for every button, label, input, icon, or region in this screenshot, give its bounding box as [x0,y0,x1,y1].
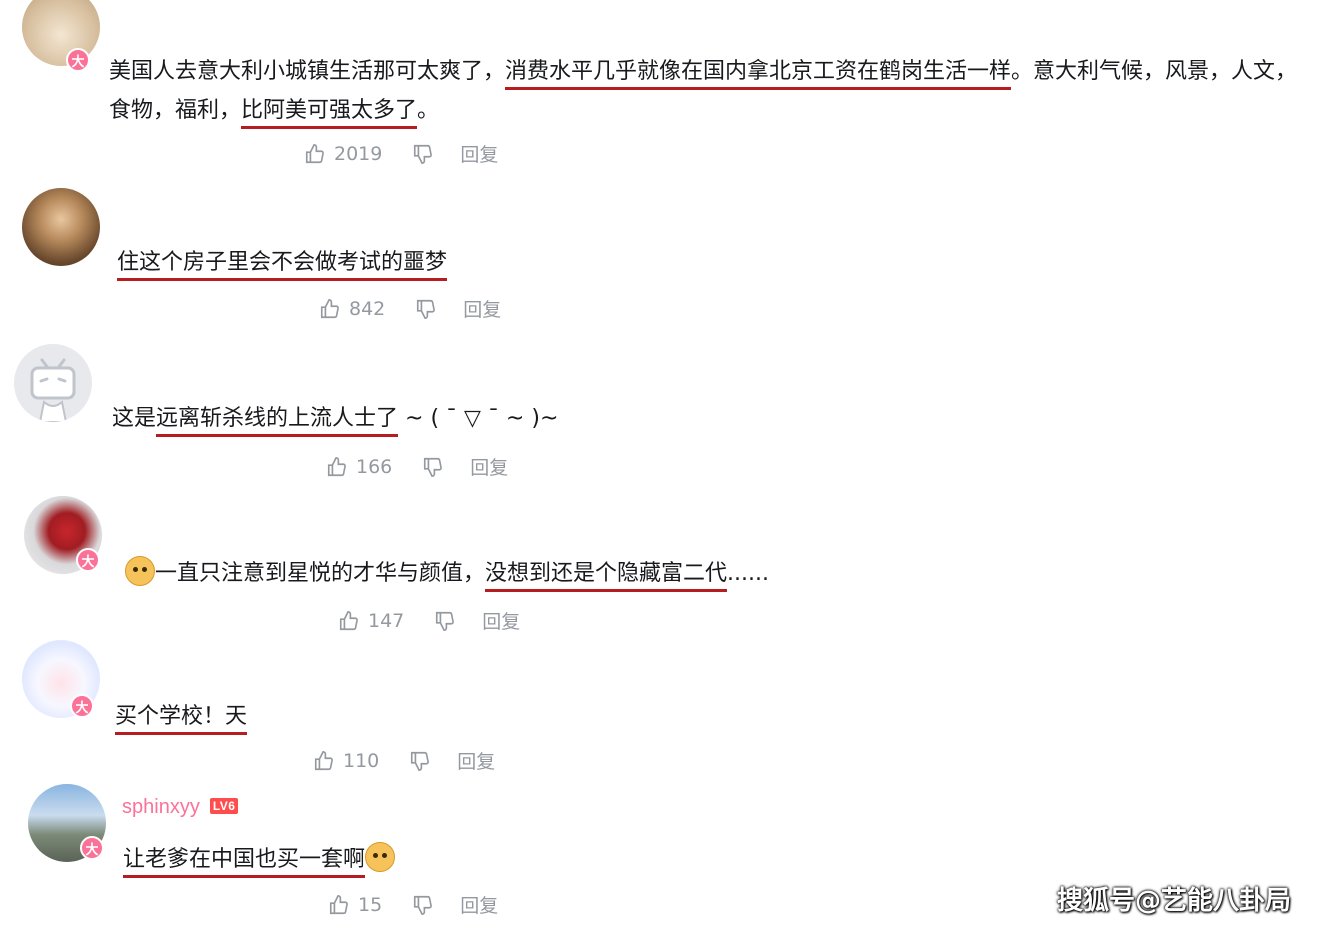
dislike-button[interactable] [409,750,431,772]
comment-actions: 166 回复 [326,453,508,480]
username[interactable]: sphinxyy LV6 [122,796,239,819]
comment-actions: 842 回复 [319,295,501,322]
dislike-button[interactable] [422,456,444,478]
like-button[interactable]: 2019 [304,143,382,165]
dislike-button[interactable] [415,298,437,320]
comment-text: 美国人去意大利小城镇生活那可太爽了，消费水平几乎就像在国内拿北京工资在鹤岗生活一… [109,52,1299,130]
like-button[interactable]: 147 [338,610,404,632]
comment-actions: 147 回复 [338,607,520,634]
thumbs-down-icon [414,895,433,915]
thumbs-down-icon [436,611,455,631]
thumbs-up-icon [305,143,324,163]
thumbs-down-icon [417,299,436,319]
like-count: 147 [368,609,405,632]
vip-badge: 大 [80,836,104,860]
thumbs-down-icon [424,457,443,477]
like-button[interactable]: 166 [326,456,392,478]
like-button[interactable]: 15 [328,894,382,916]
vip-badge: 大 [66,48,90,72]
reply-button[interactable]: 回复 [460,140,498,167]
watermark: 搜狐号@艺能八卦局 [1056,886,1291,916]
comment-text: 这是远离斩杀线的上流人士了 ~ ( ˉ ▽ ˉ ~ )~ [112,399,558,438]
comment-text: 一直只注意到星悦的才华与颜值，没想到还是个隐藏富二代...... [125,554,769,593]
level-badge: LV6 [209,798,239,814]
like-button[interactable]: 842 [319,298,385,320]
like-count: 2019 [334,142,383,165]
reply-button[interactable]: 回复 [460,891,498,918]
thumbs-down-icon [414,144,433,164]
thumbs-down-icon [411,751,430,771]
like-button[interactable]: 110 [313,750,379,772]
thumbs-up-icon [327,456,346,476]
like-count: 166 [356,455,393,478]
avatar[interactable] [22,188,100,266]
comment-actions: 110 回复 [313,747,495,774]
thumbs-up-icon [314,750,333,770]
reply-button[interactable]: 回复 [482,607,520,634]
comment-text: 住这个房子里会不会做考试的噩梦 [117,243,448,282]
thumbs-up-icon [339,610,358,630]
vip-badge: 大 [70,694,94,718]
comment-text: 让老爹在中国也买一套啊 [123,840,396,879]
avatar[interactable] [14,344,92,422]
doge-emoji-icon [365,842,396,872]
vip-badge: 大 [76,548,100,572]
comment-actions: 15 回复 [328,891,498,918]
thumbs-up-icon [320,298,339,318]
reply-button[interactable]: 回复 [470,453,508,480]
dislike-button[interactable] [412,143,434,165]
like-count: 842 [349,297,386,320]
tv-mascot-icon [30,358,76,422]
thumbs-up-icon [329,894,348,914]
comment-actions: 2019 回复 [304,140,498,167]
dislike-button[interactable] [412,894,434,916]
comment-text: 买个学校！天 [115,697,248,736]
like-count: 15 [358,893,383,916]
like-count: 110 [343,749,380,772]
reply-button[interactable]: 回复 [457,747,495,774]
reply-button[interactable]: 回复 [463,295,501,322]
doge-emoji-icon [125,556,155,586]
dislike-button[interactable] [434,610,456,632]
